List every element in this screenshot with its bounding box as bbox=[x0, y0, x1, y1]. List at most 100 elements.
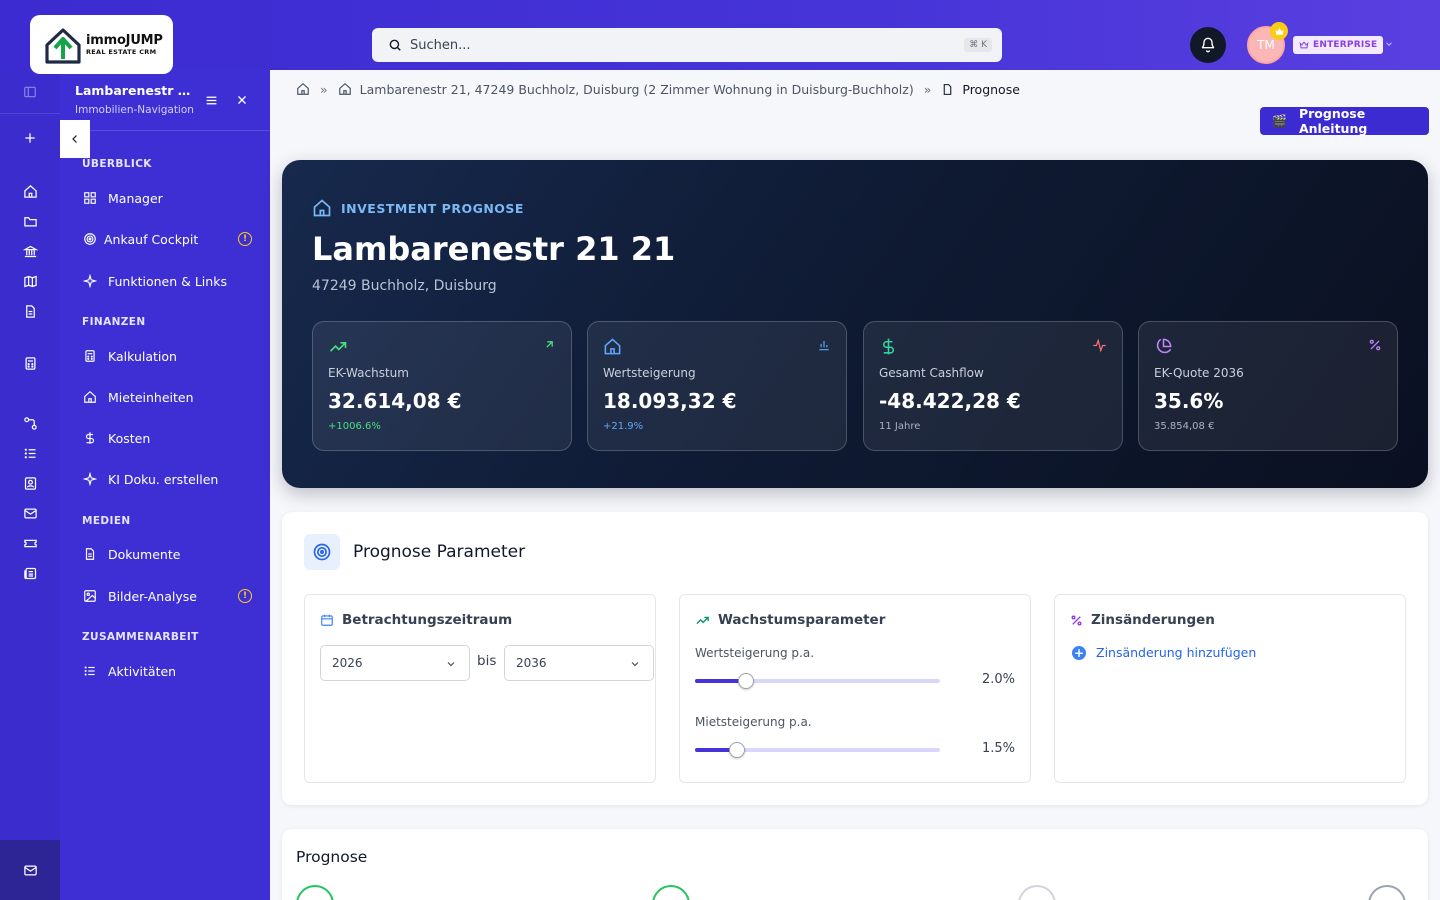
sidebar-item-ki-doku[interactable]: KI Doku. erstellen bbox=[82, 467, 252, 491]
calculator-icon bbox=[82, 348, 98, 364]
rail-home[interactable] bbox=[20, 181, 40, 201]
rail-add[interactable] bbox=[20, 128, 40, 148]
close-icon[interactable] bbox=[236, 94, 248, 106]
period-separator: bis bbox=[477, 653, 497, 669]
sidebar-item-kalkulation[interactable]: Kalkulation bbox=[82, 344, 252, 368]
kpi-value: 18.093,32 € bbox=[603, 389, 737, 413]
rail-bank[interactable] bbox=[20, 241, 40, 261]
sidebar-header: Lambarenestr 21,... Immobilien-Navigatio… bbox=[60, 70, 270, 131]
sidebar-item-dokumente[interactable]: Dokumente bbox=[82, 542, 252, 566]
kpi-sub: +1006.6% bbox=[328, 421, 381, 432]
chevron-down-icon[interactable] bbox=[1384, 39, 1394, 49]
forecast-icon-2 bbox=[652, 885, 690, 900]
crown-icon bbox=[1299, 41, 1309, 49]
value-growth-slider[interactable] bbox=[695, 673, 940, 689]
prognose-panel: Prognose bbox=[282, 829, 1428, 900]
arrow-up-right-icon bbox=[546, 341, 553, 348]
kpi-sub: +21.9% bbox=[603, 421, 644, 432]
sidebar-item-mieteinheiten[interactable]: Mieteinheiten bbox=[82, 385, 252, 409]
document-icon bbox=[82, 546, 98, 562]
sidebar-item-bilder-analyse[interactable]: Bilder-Analyse ! bbox=[82, 584, 252, 608]
breadcrumb-property[interactable]: Lambarenestr 21, 47249 Buchholz, Duisbur… bbox=[360, 82, 914, 97]
brand-tagline: REAL ESTATE CRM bbox=[86, 47, 157, 56]
growth-heading: Wachstumsparameter bbox=[695, 612, 885, 628]
sidebar-item-ankauf-cockpit[interactable]: Ankauf Cockpit ! bbox=[82, 227, 252, 251]
sidebar-item-label: KI Doku. erstellen bbox=[108, 471, 219, 487]
rent-growth-slider[interactable] bbox=[695, 742, 940, 758]
trending-up-icon bbox=[695, 613, 710, 628]
slider-thumb[interactable] bbox=[729, 742, 745, 758]
rail-list[interactable] bbox=[20, 443, 40, 463]
sparkles-icon bbox=[82, 471, 98, 487]
sidebar-title: Lambarenestr 21,... bbox=[75, 83, 197, 98]
plan-badge[interactable]: ENTERPRISE bbox=[1293, 36, 1384, 54]
collapse-sidebar-button[interactable] bbox=[60, 120, 90, 158]
chevrons-right-icon: » bbox=[923, 81, 932, 97]
kpi-gesamt-cashflow: Gesamt Cashflow -48.422,28 € 11 Jahre bbox=[863, 321, 1123, 451]
year-from-select[interactable]: 2026 bbox=[320, 645, 470, 681]
sidebar-item-aktivitaeten[interactable]: Aktivitäten bbox=[82, 659, 252, 683]
rail-toggle[interactable] bbox=[0, 70, 60, 114]
sidebar-item-manager[interactable]: Manager bbox=[82, 186, 252, 210]
target-icon bbox=[304, 534, 340, 570]
rail-news[interactable] bbox=[20, 563, 40, 583]
percent-icon bbox=[1070, 614, 1083, 627]
sidebar-item-kosten[interactable]: Kosten bbox=[82, 426, 252, 450]
value-growth-value: 2.0% bbox=[981, 672, 1015, 687]
sidebar-item-funktionen[interactable]: Funktionen & Links bbox=[82, 269, 252, 293]
kpi-label: Wertsteigerung bbox=[603, 366, 696, 380]
bell-icon bbox=[1201, 37, 1215, 53]
year-to-select[interactable]: 2036 bbox=[504, 645, 654, 681]
workflow-icon bbox=[23, 416, 37, 430]
search-icon bbox=[389, 39, 401, 51]
sidebar-item-label: Ankauf Cockpit bbox=[104, 231, 199, 247]
home-icon bbox=[23, 184, 37, 198]
percent-icon bbox=[1369, 339, 1381, 351]
logo-text: immoJUMP REAL ESTATE CRM bbox=[86, 34, 163, 56]
notifications-button[interactable] bbox=[1190, 27, 1226, 63]
search-input[interactable]: Suchen... bbox=[410, 38, 964, 53]
menu-icon[interactable] bbox=[205, 94, 218, 107]
prognose-guide-button[interactable]: 🎬 Prognose Anleitung bbox=[1260, 106, 1429, 136]
sidebar-item-label: Bilder-Analyse bbox=[108, 588, 197, 604]
forecast-icon-3 bbox=[1018, 885, 1056, 900]
logo-house-icon bbox=[45, 27, 81, 64]
period-heading: Betrachtungszeitraum bbox=[320, 612, 512, 628]
sidebar-item-label: Dokumente bbox=[108, 546, 181, 562]
trending-up-icon bbox=[329, 342, 347, 352]
year-from-value: 2026 bbox=[332, 656, 363, 670]
rail-workflow[interactable] bbox=[20, 413, 40, 433]
rail-folder[interactable] bbox=[20, 211, 40, 231]
rail-mail[interactable] bbox=[20, 503, 40, 523]
kpi-ek-wachstum: EK-Wachstum 32.614,08 € +1006.6% bbox=[312, 321, 572, 451]
sidebar-item-label: Funktionen & Links bbox=[108, 273, 227, 289]
rail-contacts[interactable] bbox=[20, 473, 40, 493]
chevron-down-icon bbox=[447, 662, 455, 667]
slider-thumb[interactable] bbox=[738, 673, 754, 689]
rail-document[interactable] bbox=[20, 301, 40, 321]
kpi-value: -48.422,28 € bbox=[879, 389, 1021, 413]
rail-map[interactable] bbox=[20, 271, 40, 291]
rent-growth-value: 1.5% bbox=[981, 741, 1015, 756]
home-icon bbox=[338, 82, 351, 95]
warning-icon: ! bbox=[238, 589, 252, 603]
contact-icon bbox=[24, 476, 36, 490]
rail-calculator[interactable] bbox=[20, 353, 40, 373]
add-rate-change-button[interactable]: + Zinsänderung hinzufügen bbox=[1072, 645, 1256, 660]
mail-icon bbox=[23, 865, 37, 875]
guide-button-label: Prognose Anleitung bbox=[1298, 106, 1368, 136]
bank-icon bbox=[22, 245, 38, 257]
clapperboard-icon: 🎬 bbox=[1272, 114, 1287, 128]
kpi-label: EK-Quote 2036 bbox=[1154, 366, 1244, 380]
kpi-sub: 35.854,08 € bbox=[1154, 421, 1215, 432]
calculator-icon bbox=[25, 356, 35, 370]
home-icon bbox=[82, 389, 98, 405]
logo[interactable]: immoJUMP REAL ESTATE CRM bbox=[30, 15, 173, 74]
property-sidebar: Lambarenestr 21,... Immobilien-Navigatio… bbox=[60, 70, 270, 900]
kpi-label: Gesamt Cashflow bbox=[879, 366, 984, 380]
home-icon[interactable] bbox=[296, 82, 310, 96]
rail-ticket[interactable] bbox=[20, 533, 40, 553]
rail-messages[interactable] bbox=[0, 840, 60, 900]
plan-label: ENTERPRISE bbox=[1313, 40, 1378, 50]
search-bar[interactable]: Suchen... ⌘ K bbox=[372, 28, 1002, 62]
